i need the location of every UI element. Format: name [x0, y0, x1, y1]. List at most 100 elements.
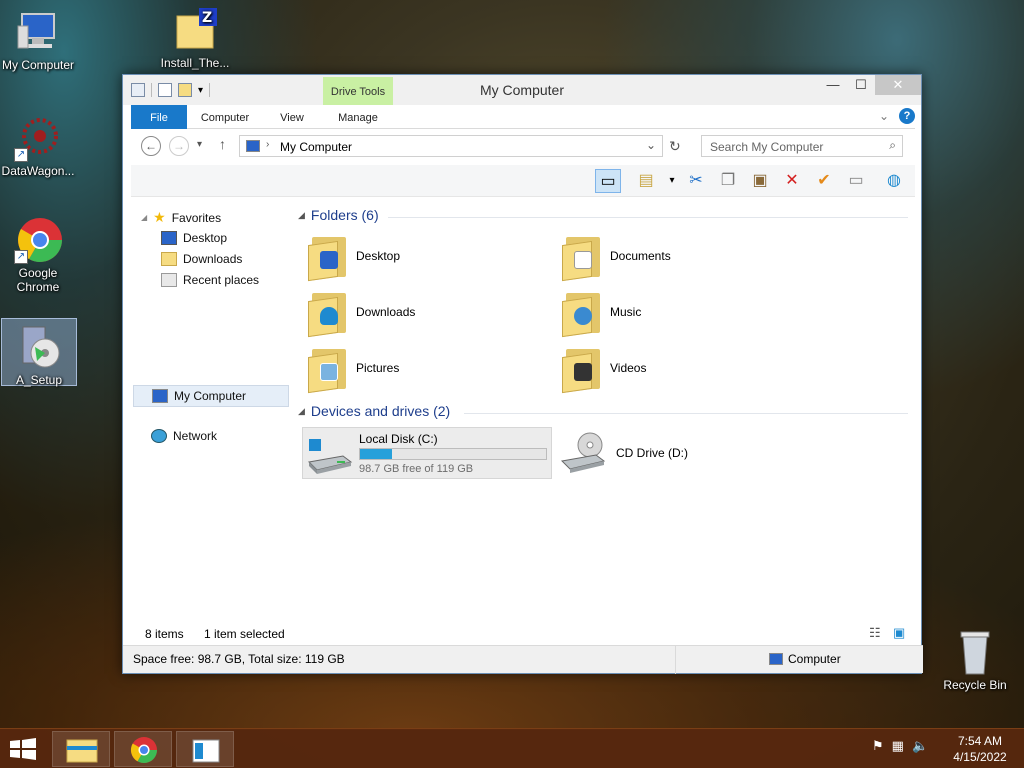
nav-label: My Computer [174, 389, 247, 403]
divider [388, 217, 908, 218]
group-title: Devices and drives (2) [310, 403, 451, 419]
expand-ribbon-icon[interactable]: ⌄ [879, 109, 889, 123]
drive-cd-d[interactable]: CD Drive (D:) [560, 427, 688, 479]
drive-free-space: 98.7 GB free of 119 GB [359, 463, 474, 475]
folder-label: Music [610, 305, 642, 319]
folder-pictures[interactable]: Pictures [308, 345, 399, 394]
videos-folder-icon [562, 345, 602, 394]
select-folder-icon[interactable]: ▤ [633, 169, 659, 193]
nav-network[interactable]: Network [151, 429, 217, 443]
network-tray-icon[interactable]: ▦ [892, 739, 904, 754]
desktop-icon-my-computer[interactable]: My Computer [0, 8, 76, 72]
cut-icon[interactable]: ✂ [683, 169, 709, 193]
collapse-arrow-icon[interactable]: ◢ [141, 213, 147, 222]
desktop-icon-label: DataWagon... [1, 164, 75, 178]
nav-favorites[interactable]: ◢ ★ Favorites [141, 209, 221, 226]
zip-folder-icon: Z [171, 6, 219, 54]
content-pane: ◢ Folders (6) Desktop Documents Download… [298, 203, 913, 623]
refresh-icon[interactable]: ↻ [669, 138, 681, 155]
close-button[interactable]: ✕ [875, 75, 921, 95]
copy-icon[interactable]: ❐ [715, 169, 741, 193]
delete-icon[interactable]: ✕ [779, 169, 805, 193]
folder-downloads[interactable]: Downloads [308, 289, 416, 338]
computer-icon [14, 8, 62, 56]
help-icon[interactable]: ? [899, 108, 915, 124]
downloads-folder-icon [161, 252, 177, 266]
drive-usage-fill [360, 449, 392, 459]
recent-places-icon [161, 273, 177, 287]
clock[interactable]: 7:54 AM 4/15/2022 [944, 733, 1016, 765]
taskbar-window[interactable] [176, 731, 234, 767]
space-info: Space free: 98.7 GB, Total size: 119 GB [133, 652, 345, 666]
up-arrow-icon[interactable]: ↑ [219, 136, 226, 152]
item-count: 8 items [145, 627, 184, 641]
nav-desktop[interactable]: Desktop [161, 231, 227, 245]
file-explorer-icon [66, 739, 98, 763]
folder-videos[interactable]: Videos [562, 345, 646, 394]
search-input[interactable]: Search My Computer ⌕ [701, 135, 903, 157]
datawagon-icon: ↗ [14, 114, 62, 162]
volume-icon[interactable]: 🔈 [912, 739, 928, 754]
tab-view[interactable]: View [267, 105, 317, 129]
desktop-icon-install[interactable]: Z Install_The... [157, 6, 233, 70]
search-icon[interactable]: ⌕ [889, 138, 896, 153]
folder-desktop[interactable]: Desktop [308, 233, 400, 282]
chevron-down-icon[interactable]: ▾ [659, 169, 685, 193]
desktop-icon [161, 231, 177, 245]
documents-folder-icon [562, 233, 602, 282]
shortcut-arrow-icon: ↗ [14, 148, 28, 162]
folder-music[interactable]: Music [562, 289, 642, 338]
folder-label: Documents [610, 249, 671, 263]
large-icons-view-icon[interactable]: ▣ [893, 625, 905, 641]
globe-icon[interactable]: ◍ [881, 169, 907, 193]
taskbar-file-explorer[interactable] [52, 731, 110, 767]
folder-label: Downloads [356, 305, 416, 319]
setup-icon [15, 323, 63, 371]
tab-computer[interactable]: Computer [193, 105, 257, 129]
shortcut-arrow-icon: ↗ [14, 250, 28, 264]
drive-name: CD Drive (D:) [616, 446, 688, 460]
details-view-icon[interactable]: ☷ [869, 625, 881, 641]
desktop-icon-a-setup[interactable]: A_Setup [1, 318, 77, 387]
svg-text:Z: Z [202, 10, 212, 26]
forward-button[interactable]: → [169, 136, 189, 156]
desktop-icon-recycle-bin[interactable]: Recycle Bin [937, 628, 1013, 692]
desktop-icon-google-chrome[interactable]: ↗ Google Chrome [0, 216, 76, 294]
minimize-button[interactable]: — [819, 75, 847, 95]
breadcrumb-arrow-icon[interactable]: › [266, 139, 269, 150]
check-icon[interactable]: ✔ [811, 169, 837, 193]
back-button[interactable]: ← [141, 136, 161, 156]
start-button[interactable] [8, 737, 38, 761]
rename-icon[interactable]: ▭ [843, 169, 869, 193]
drive-local-disk-c[interactable]: Local Disk (C:) 98.7 GB free of 119 GB [302, 427, 552, 479]
taskbar-chrome[interactable] [114, 731, 172, 767]
title-bar[interactable]: ▾ Drive Tools My Computer — ☐ ✕ [123, 75, 921, 105]
collapse-arrow-icon[interactable]: ◢ [298, 210, 305, 221]
flag-icon[interactable]: ⚑ [872, 739, 884, 754]
nav-downloads[interactable]: Downloads [161, 252, 242, 266]
address-dropdown-icon[interactable]: ⌄ [646, 138, 656, 152]
nav-recent-places[interactable]: Recent places [161, 273, 259, 287]
recent-locations-icon[interactable]: ▾ [197, 139, 202, 150]
folders-group-header[interactable]: ◢ Folders (6) [298, 207, 379, 223]
selected-count: 1 item selected [204, 627, 285, 641]
star-icon: ★ [153, 209, 166, 225]
desktop-icon-datawagon[interactable]: ↗ DataWagon... [0, 114, 76, 178]
computer-small-icon [246, 140, 260, 152]
chrome-icon [130, 737, 158, 764]
maximize-button[interactable]: ☐ [847, 75, 875, 95]
nav-label: Favorites [171, 210, 222, 225]
paste-icon[interactable]: ▣ [747, 169, 773, 193]
folder-documents[interactable]: Documents [562, 233, 671, 282]
tab-file[interactable]: File [131, 105, 187, 129]
navigation-pane: ◢ ★ Favorites Desktop Downloads Recent p… [131, 203, 291, 623]
devices-group-header[interactable]: ◢ Devices and drives (2) [298, 403, 450, 419]
address-input[interactable]: › My Computer ⌄ [239, 135, 663, 157]
command-toolbar: ▭ ▤ ▾ ✂ ❐ ▣ ✕ ✔ ▭ ◍ [131, 165, 915, 197]
clock-date: 4/15/2022 [953, 750, 1007, 764]
collapse-arrow-icon[interactable]: ◢ [298, 406, 305, 417]
preview-pane-icon[interactable]: ▭ [595, 169, 621, 193]
tab-manage[interactable]: Manage [323, 105, 393, 129]
taskbar: ⚑ ▦ 🔈 7:54 AM 4/15/2022 [0, 728, 1024, 768]
nav-my-computer[interactable]: My Computer [133, 385, 289, 407]
